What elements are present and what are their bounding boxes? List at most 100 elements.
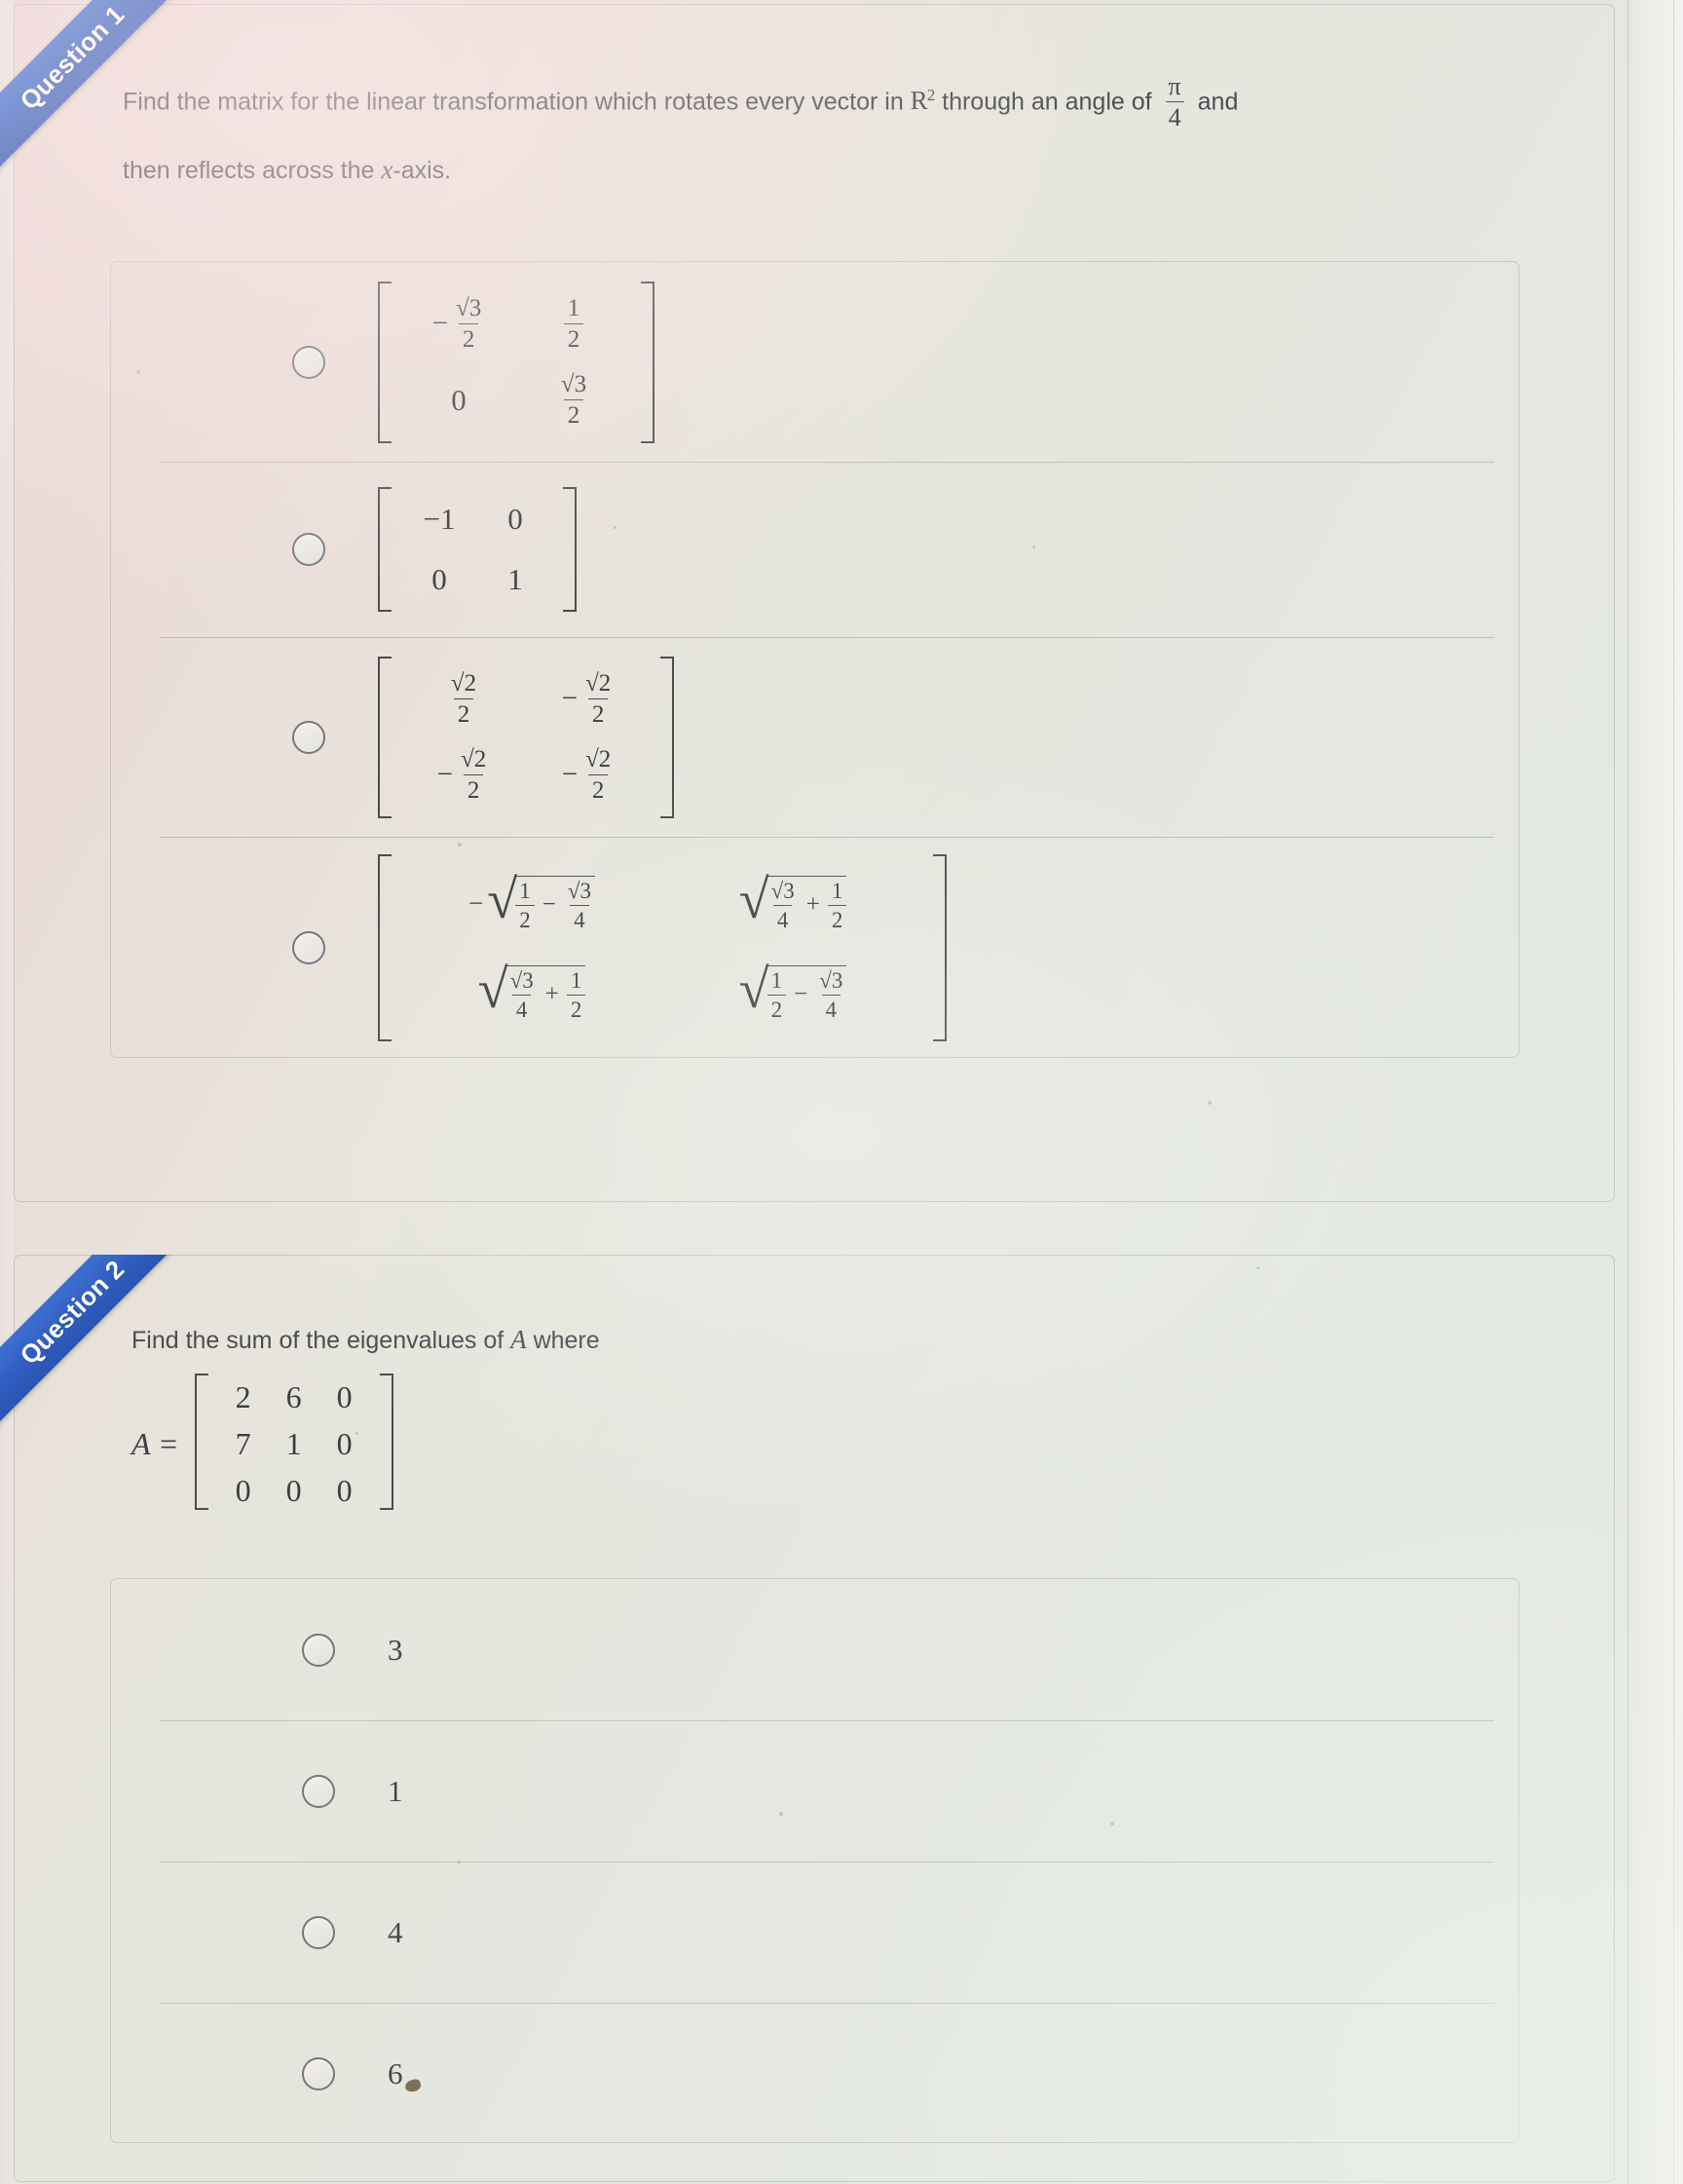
fraction: √3 2 <box>452 296 485 352</box>
answer-option-content: 1 <box>388 1774 403 1809</box>
fraction-denominator: 2 <box>587 774 609 803</box>
matrix-cell-content: 2 <box>236 1379 251 1415</box>
fraction: √2 2 <box>447 671 480 727</box>
matrix-value: 1 <box>285 1425 302 1461</box>
question-1-prompt-line-1: Find the matrix for the linear transform… <box>123 58 1238 138</box>
matrix-cell-content: 0 <box>431 562 447 597</box>
matrix-row: √ √3 4 +1 2 √ 1 2− √3 4 <box>401 948 923 1037</box>
fraction-numerator: 1 <box>519 878 531 903</box>
fraction-numerator: √3 <box>819 967 843 993</box>
radical-bar: 1 2− √3 4 <box>767 964 847 1021</box>
radical-operator: + <box>805 891 820 918</box>
matrix: −1 0 0 1 <box>378 487 577 612</box>
fraction-denominator: 2 <box>515 904 535 931</box>
fraction-denominator: 2 <box>463 774 484 803</box>
matrix: − √3 2 1 2 0 √3 2 <box>378 281 654 443</box>
negative-sign: − <box>561 683 579 714</box>
answer-option-value: 4 <box>388 1914 403 1949</box>
q2-prompt-text-b: where <box>526 1327 600 1354</box>
matrix-bracket-right <box>641 281 654 443</box>
answer-option-value: 3 <box>388 1632 403 1667</box>
matrix-bracket-left <box>378 656 392 818</box>
fraction-denominator: 2 <box>563 323 584 352</box>
radical-bar: √3 4 +1 2 <box>505 964 586 1021</box>
answer-option-value: 6 <box>388 2055 403 2090</box>
radio-button-q1-opt-c[interactable] <box>292 720 325 754</box>
fraction-numerator: 1 <box>831 878 843 903</box>
matrix-bracket-right <box>563 487 577 612</box>
matrix-bracket-right <box>933 854 947 1041</box>
matrix-cell-content: 0 <box>337 1426 353 1462</box>
fraction-numerator: √2 <box>461 746 487 772</box>
matrix-cell-content: 7 <box>236 1426 251 1462</box>
fraction: √2 2 <box>457 747 490 803</box>
matrix-value: 0 <box>507 502 523 536</box>
matrix-A-variable: A <box>510 1325 527 1354</box>
fraction: √3 4 <box>506 969 538 1021</box>
matrix-bracket-left <box>378 854 392 1041</box>
matrix-value: 2 <box>235 1378 251 1414</box>
fraction-denominator: 4 <box>772 904 793 931</box>
answer-option-q2-opt-b[interactable]: 1 <box>111 1720 1518 1862</box>
matrix-cell-content: 6 <box>286 1379 302 1415</box>
answer-option-q1-opt-b[interactable]: −1 0 0 1 <box>111 462 1518 637</box>
question-1-prompt-line-2: then reflects across the x-axis. <box>123 132 451 207</box>
matrix-cell-content: 12 <box>563 296 584 352</box>
answer-option-q1-opt-a[interactable]: − √3 2 1 2 0 √3 2 <box>111 262 1518 462</box>
fraction-denominator: 2 <box>563 399 584 428</box>
matrix-value: 0 <box>235 1472 251 1508</box>
matrix-cell: − √2 2 <box>526 737 651 813</box>
radio-button-q2-opt-b[interactable] <box>302 1774 335 1808</box>
radio-button-q1-opt-d[interactable] <box>292 931 325 964</box>
matrix-value: 0 <box>336 1378 353 1414</box>
fraction: 12 <box>566 969 586 1021</box>
answer-option-content: −1 0 0 1 <box>378 487 577 612</box>
matrix-cell-content: − √ 1 2− √3 4 <box>468 869 595 931</box>
matrix-A-label: A = <box>131 1426 179 1461</box>
x-axis-variable: x <box>381 155 393 184</box>
matrix-row: − √ 1 2− √3 4 √ √3 4 +1 2 <box>401 858 923 948</box>
matrix-cell: 0 <box>319 1374 370 1420</box>
negative-sign: − <box>431 308 449 339</box>
answer-option-content: 3 <box>388 1633 403 1668</box>
matrix-cell: − √2 2 <box>526 661 651 737</box>
answer-option-q1-opt-c[interactable]: √2 2− √2 2− √2 2− √2 2 <box>111 637 1518 837</box>
negative-sign: − <box>468 887 484 918</box>
radio-button-q1-opt-b[interactable] <box>292 533 325 566</box>
matrix-cell: 0 <box>319 1420 370 1467</box>
matrix-A-body: 260710000 <box>194 1374 393 1515</box>
fraction-numerator: √2 <box>450 670 477 697</box>
radical-sign: √ <box>738 959 769 1020</box>
matrix-cell: √ 1 2− √3 4 <box>662 948 923 1037</box>
right-page-gutter <box>1628 0 1683 2184</box>
fraction: √3 4 <box>767 880 799 931</box>
fraction: √3 4 <box>815 969 846 1021</box>
q1-prompt-line2-b: -axis. <box>393 157 452 184</box>
fraction: √3 4 <box>564 880 595 931</box>
matrix-cell: 6 <box>269 1374 319 1420</box>
matrix: 260710000 <box>194 1374 393 1514</box>
answer-option-q2-opt-c[interactable]: 4 <box>111 1862 1518 2003</box>
radio-button-q2-opt-d[interactable] <box>302 2056 335 2090</box>
matrix-cell-content: −1 <box>424 502 456 537</box>
matrix-row: −1 0 <box>401 489 553 549</box>
right-gutter-divider-outer <box>1673 0 1674 2184</box>
matrix-cell: 0 <box>319 1467 370 1514</box>
matrix-row: 01 <box>401 549 553 610</box>
matrix-cell: 0 <box>477 489 553 549</box>
right-gutter-divider <box>1627 0 1628 2184</box>
radical-expression: √ 1 2− √3 4 <box>738 959 847 1021</box>
answer-option-q2-opt-d[interactable]: 6 <box>111 2003 1518 2144</box>
matrix-rows: − √3 2 1 2 0 √3 2 <box>401 282 631 443</box>
radio-button-q1-opt-a[interactable] <box>292 345 325 379</box>
fraction-numerator: √3 <box>509 967 534 993</box>
q1-prompt-text-b: through an angle of <box>935 88 1159 116</box>
matrix-cell: √2 2 <box>401 661 526 737</box>
fraction-denominator: 2 <box>458 323 479 352</box>
answer-option-q2-opt-a[interactable]: 3 <box>111 1579 1518 1720</box>
radical-operator: + <box>544 981 559 1007</box>
radical-sign: √ <box>487 869 518 930</box>
radio-button-q2-opt-c[interactable] <box>302 1915 335 1949</box>
radio-button-q2-opt-a[interactable] <box>302 1633 335 1667</box>
answer-option-q1-opt-d[interactable]: − √ 1 2− √3 4 √ √3 4 +1 2 √ √3 4 +1 2 √ 1 2− √3 4 <box>111 837 1518 1059</box>
